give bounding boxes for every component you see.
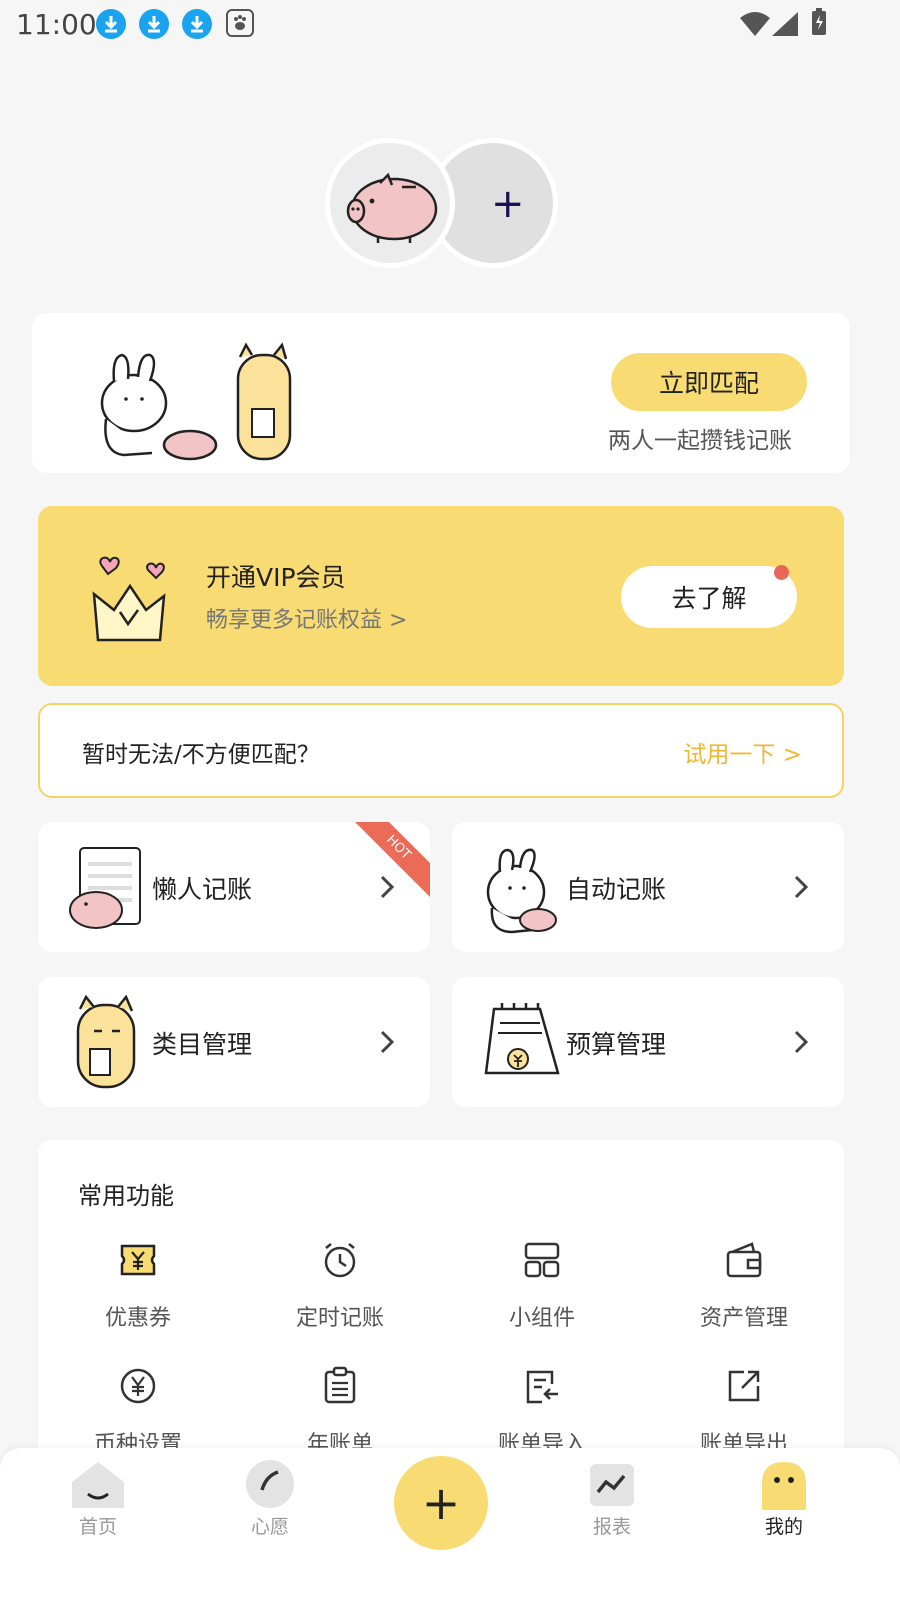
nav-label: 报表 xyxy=(592,1516,631,1538)
feature-label: 懒人记账 xyxy=(152,875,253,904)
paw-icon xyxy=(226,9,254,37)
wish-icon xyxy=(246,1460,294,1508)
vip-subtitle[interactable]: 畅享更多记账权益 > xyxy=(206,602,407,634)
export-icon xyxy=(728,1370,760,1402)
tool-assets[interactable]: 资产管理 xyxy=(664,1240,824,1350)
import-icon xyxy=(526,1370,558,1404)
notification-dot xyxy=(774,565,789,580)
tool-label: 定时记账 xyxy=(295,1306,384,1331)
match-subtitle: 两人一起攒钱记账 xyxy=(608,428,792,454)
feature-label: 预算管理 xyxy=(566,1030,667,1059)
alarm-clock-icon xyxy=(324,1243,356,1278)
nav-wish[interactable]: 心愿 xyxy=(220,1458,320,1539)
status-bar: 11:00 xyxy=(0,0,900,50)
bunny-illustration xyxy=(486,848,557,934)
plus-icon: + xyxy=(491,181,525,227)
download-icon xyxy=(182,9,212,39)
tool-label: 优惠券 xyxy=(104,1306,171,1331)
feature-label: 自动记账 xyxy=(566,875,667,904)
nav-label: 心愿 xyxy=(250,1516,289,1538)
learn-more-button[interactable]: 去了解 xyxy=(621,566,797,628)
vip-title: 开通VIP会员 xyxy=(206,563,346,592)
receipt-pig-illustration xyxy=(69,847,141,929)
budget-management-card[interactable]: 预算管理 xyxy=(452,977,844,1107)
bunny-bear-illustration xyxy=(100,342,292,461)
chevron-right-icon xyxy=(380,1030,395,1054)
tool-widget[interactable]: 小组件 xyxy=(462,1240,622,1350)
tool-label: 资产管理 xyxy=(699,1306,788,1331)
vip-card[interactable]: 开通VIP会员 畅享更多记账权益 > 去了解 xyxy=(38,506,844,686)
trial-link[interactable]: 试用一下 > xyxy=(683,735,802,769)
lazy-bookkeeping-card[interactable]: 懒人记账 HOT xyxy=(38,822,430,952)
chevron-right-icon xyxy=(794,1030,809,1054)
category-management-card[interactable]: 类目管理 xyxy=(38,977,430,1107)
report-icon xyxy=(590,1464,634,1506)
widget-icon xyxy=(524,1242,560,1278)
pig-icon xyxy=(346,172,438,243)
profile-icon xyxy=(762,1462,806,1510)
download-icon xyxy=(96,9,126,39)
notepad-illustration xyxy=(484,1003,560,1075)
home-icon xyxy=(72,1462,124,1508)
section-title: 常用功能 xyxy=(78,1182,174,1210)
status-time: 11:00 xyxy=(16,8,97,41)
tool-scheduled[interactable]: 定时记账 xyxy=(260,1240,420,1350)
tool-coupon[interactable]: 优惠券 xyxy=(58,1240,218,1350)
nav-label: 首页 xyxy=(78,1516,117,1538)
crown-icon xyxy=(92,556,166,642)
add-record-button[interactable]: + xyxy=(394,1456,488,1550)
tool-label: 小组件 xyxy=(508,1306,575,1331)
chevron-right-icon xyxy=(380,875,395,899)
currency-icon xyxy=(120,1368,156,1404)
wifi-icon xyxy=(740,12,770,36)
clipboard-icon xyxy=(324,1366,356,1404)
match-now-button[interactable]: 立即匹配 xyxy=(611,353,807,411)
nav-label: 我的 xyxy=(764,1516,803,1538)
nav-report[interactable]: 报表 xyxy=(562,1458,662,1539)
feature-label: 类目管理 xyxy=(152,1030,253,1059)
chevron-right-icon xyxy=(794,875,809,899)
match-card: 立即匹配 两人一起攒钱记账 xyxy=(32,313,850,473)
trial-text: 暂时无法/不方便匹配？ xyxy=(82,742,320,768)
user-avatar[interactable] xyxy=(325,138,455,268)
wallet-icon xyxy=(726,1242,762,1278)
download-icon xyxy=(139,9,169,39)
nav-mine[interactable]: 我的 xyxy=(734,1458,834,1539)
auto-bookkeeping-card[interactable]: 自动记账 xyxy=(452,822,844,952)
trial-card[interactable]: 暂时无法/不方便匹配？ 试用一下 > xyxy=(38,703,844,798)
battery-icon xyxy=(812,8,826,35)
bear-illustration xyxy=(76,995,136,1089)
nav-home[interactable]: 首页 xyxy=(48,1458,148,1539)
bottom-nav: 首页 心愿 + 报表 我的 xyxy=(0,1448,900,1600)
coupon-icon xyxy=(120,1244,156,1276)
signal-icon xyxy=(772,12,798,36)
